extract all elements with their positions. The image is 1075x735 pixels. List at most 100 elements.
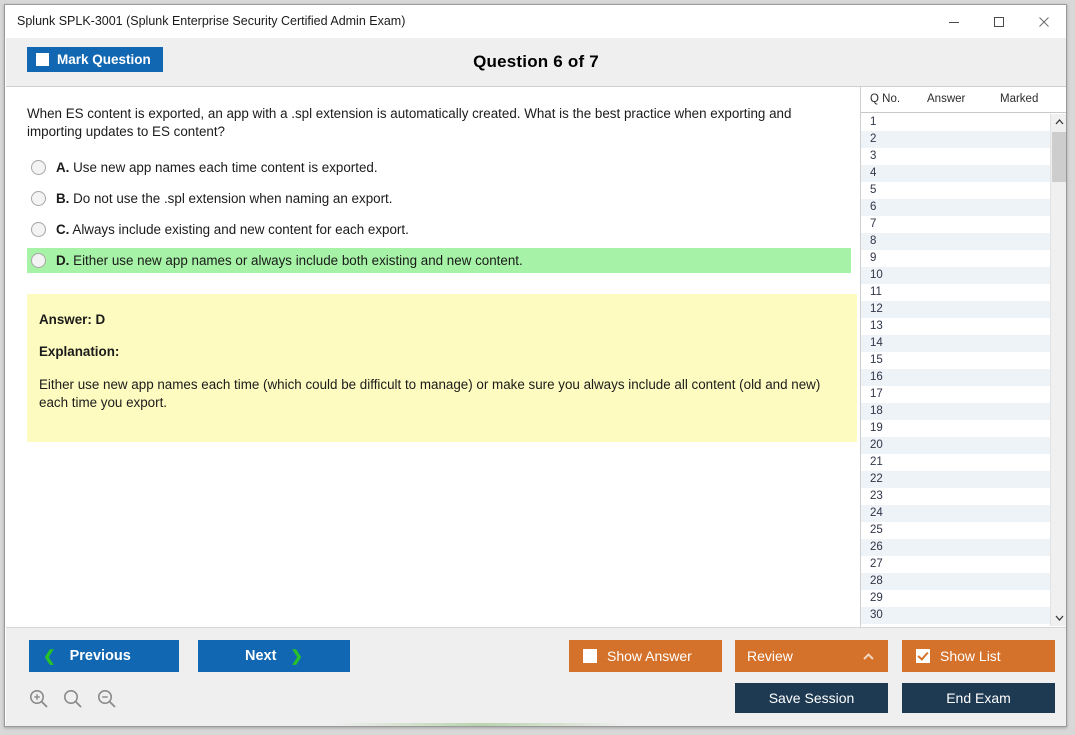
minimize-icon (948, 21, 959, 23)
app-root: Splunk SPLK-3001 (Splunk Enterprise Secu… (0, 0, 1075, 735)
option-text-d: Either use new app names or always inclu… (73, 253, 523, 268)
option-text-b: Do not use the .spl extension when namin… (73, 191, 393, 206)
question-list-row[interactable]: 3 (861, 148, 1051, 165)
question-list-row[interactable]: 21 (861, 454, 1051, 471)
show-list-checkbox-icon (916, 649, 930, 663)
option-label-a: A. Use new app names each time content i… (56, 160, 378, 175)
question-list-row[interactable]: 16 (861, 369, 1051, 386)
show-answer-button[interactable]: Show Answer (569, 640, 722, 672)
question-list-row[interactable]: 9 (861, 250, 1051, 267)
show-list-button[interactable]: Show List (902, 640, 1055, 672)
question-list-row[interactable]: 27 (861, 556, 1051, 573)
review-dropdown[interactable]: Review (735, 640, 888, 672)
option-letter-b: B. (56, 191, 70, 206)
chevron-left-icon: ❮ (43, 647, 56, 665)
option-label-c: C. Always include existing and new conte… (56, 222, 409, 237)
option-letter-c: C. (56, 222, 70, 237)
option-row-c[interactable]: C. Always include existing and new conte… (27, 217, 851, 242)
previous-label: Previous (69, 648, 131, 664)
save-session-button[interactable]: Save Session (735, 683, 888, 713)
close-button[interactable] (1021, 5, 1066, 38)
exam-window: Splunk SPLK-3001 (Splunk Enterprise Secu… (4, 4, 1067, 727)
question-list-row[interactable]: 11 (861, 284, 1051, 301)
chevron-right-icon: ❯ (290, 647, 303, 665)
column-header-marked: Marked (1000, 93, 1039, 105)
question-list-row[interactable]: 7 (861, 216, 1051, 233)
radio-icon-a[interactable] (31, 160, 46, 175)
question-list-row[interactable]: 20 (861, 437, 1051, 454)
question-list-row[interactable]: 6 (861, 199, 1051, 216)
scroll-up-button[interactable] (1051, 114, 1066, 130)
question-text: When ES content is exported, an app with… (27, 106, 792, 140)
option-text-a: Use new app names each time content is e… (73, 160, 378, 175)
explanation-text: Either use new app names each time (whic… (39, 377, 821, 411)
question-list-panel: Q No. Answer Marked 1 2 3 4 5 6 7 8 9 10 11 12 13 14 1… (860, 87, 1066, 627)
show-answer-label: Show Answer (607, 648, 692, 664)
question-list-row[interactable]: 12 (861, 301, 1051, 318)
column-header-q-no: Q No. (870, 93, 901, 105)
scrollbar-thumb[interactable] (1052, 132, 1066, 182)
show-answer-checkbox-icon (583, 649, 597, 663)
bottom-edge-tint (336, 723, 626, 726)
option-label-d: D. Either use new app names or always in… (56, 253, 523, 268)
question-list-header: Q No. Answer Marked (861, 87, 1066, 113)
option-text-c: Always include existing and new content … (72, 222, 409, 237)
option-letter-a: A. (56, 160, 70, 175)
chevron-up-icon (1055, 119, 1063, 125)
answer-value: Answer: D (39, 312, 106, 327)
zoom-toolbar (28, 688, 118, 710)
question-list-row[interactable]: 2 (861, 131, 1051, 148)
question-list-row[interactable]: 1 (861, 114, 1051, 131)
option-row-a[interactable]: A. Use new app names each time content i… (27, 155, 851, 180)
question-list-row[interactable]: 17 (861, 386, 1051, 403)
question-list-row[interactable]: 5 (861, 182, 1051, 199)
zoom-in-icon[interactable] (28, 688, 50, 710)
end-exam-button[interactable]: End Exam (902, 683, 1055, 713)
window-controls (931, 5, 1066, 38)
review-label: Review (747, 648, 793, 664)
question-list-row[interactable]: 30 (861, 607, 1051, 624)
header-bar: Mark Question Question 6 of 7 (6, 38, 1066, 87)
option-row-d[interactable]: D. Either use new app names or always in… (27, 248, 851, 273)
radio-icon-d[interactable] (31, 253, 46, 268)
radio-icon-c[interactable] (31, 222, 46, 237)
radio-icon-b[interactable] (31, 191, 46, 206)
maximize-button[interactable] (976, 5, 1021, 38)
title-bar: Splunk SPLK-3001 (Splunk Enterprise Secu… (5, 5, 1066, 38)
option-row-b[interactable]: B. Do not use the .spl extension when na… (27, 186, 851, 211)
chevron-up-icon (863, 652, 874, 660)
question-list-row[interactable]: 23 (861, 488, 1051, 505)
search-icon[interactable] (62, 688, 84, 710)
question-list-row[interactable]: 10 (861, 267, 1051, 284)
next-button[interactable]: Next ❯ (198, 640, 350, 672)
question-list-row[interactable]: 29 (861, 590, 1051, 607)
question-panel: When ES content is exported, an app with… (6, 87, 857, 627)
show-list-label: Show List (940, 648, 1001, 664)
question-list-row[interactable]: 25 (861, 522, 1051, 539)
window-title: Splunk SPLK-3001 (Splunk Enterprise Secu… (17, 14, 406, 28)
question-list-scrollbar[interactable] (1050, 114, 1066, 626)
next-label: Next (244, 648, 277, 664)
answer-options-list: A. Use new app names each time content i… (27, 155, 851, 279)
close-icon (1038, 16, 1049, 27)
column-header-answer: Answer (927, 93, 966, 105)
question-list-row[interactable]: 18 (861, 403, 1051, 420)
question-list-row[interactable]: 22 (861, 471, 1051, 488)
question-list-row[interactable]: 15 (861, 352, 1051, 369)
chevron-down-icon (1055, 615, 1063, 621)
option-letter-d: D. (56, 253, 70, 268)
minimize-button[interactable] (931, 5, 976, 38)
previous-button[interactable]: ❮ Previous (29, 640, 179, 672)
zoom-out-icon[interactable] (96, 688, 118, 710)
question-list-row[interactable]: 19 (861, 420, 1051, 437)
question-list-row[interactable]: 26 (861, 539, 1051, 556)
question-list-row[interactable]: 13 (861, 318, 1051, 335)
question-list-row[interactable]: 8 (861, 233, 1051, 250)
question-list-row[interactable]: 28 (861, 573, 1051, 590)
save-session-label: Save Session (768, 690, 855, 706)
question-list-row[interactable]: 4 (861, 165, 1051, 182)
question-list-body[interactable]: 1 2 3 4 5 6 7 8 9 10 11 12 13 14 15 16 17 18 19 20 21 22 23 24 2… (861, 114, 1051, 626)
question-list-row[interactable]: 24 (861, 505, 1051, 522)
scroll-down-button[interactable] (1051, 610, 1066, 626)
question-list-row[interactable]: 14 (861, 335, 1051, 352)
